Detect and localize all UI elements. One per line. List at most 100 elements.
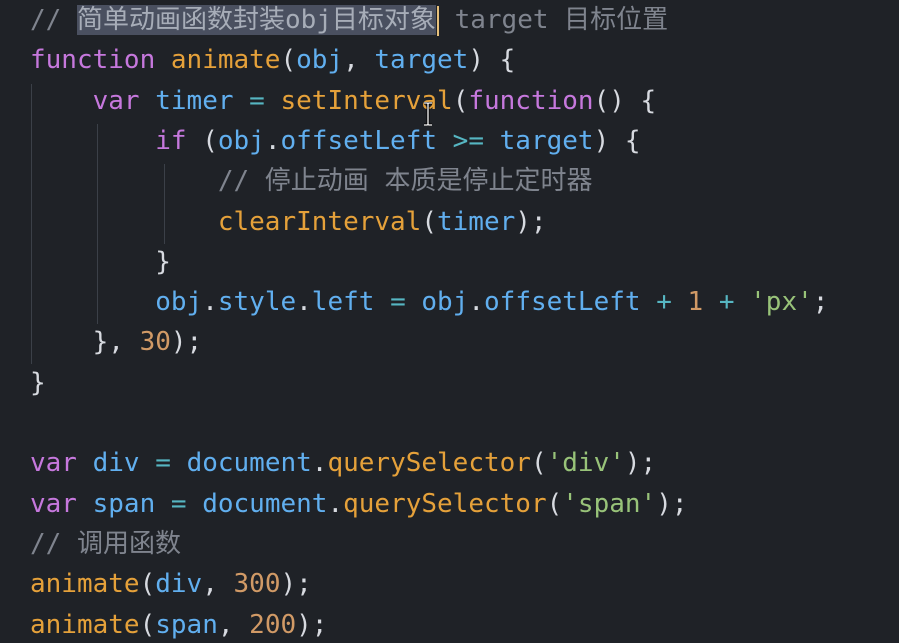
code-punctuation: ) { [593, 125, 641, 156]
code-punctuation: }, [92, 327, 140, 358]
code-punctuation: } [30, 367, 46, 398]
code-line-4[interactable]: if (obj.offsetLeft >= target) { [30, 121, 641, 161]
code-identifier: obj [421, 287, 469, 318]
code-comment: target 目标位置 [438, 5, 669, 35]
code-keyword: if [155, 125, 203, 156]
code-punctuation: } [155, 246, 171, 277]
code-line-5[interactable]: // 停止动画 本质是停止定时器 [30, 161, 593, 201]
code-punctuation [30, 287, 155, 317]
code-line-8[interactable]: obj.style.left = obj.offsetLeft + 1 + 'p… [30, 282, 828, 322]
code-identifier: timer [437, 206, 516, 237]
code-identifier: target [499, 125, 594, 156]
code-punctuation: ); [515, 206, 547, 237]
code-function-name: querySelector [343, 488, 547, 519]
code-punctuation: . [202, 287, 218, 318]
code-string: 'px' [750, 287, 813, 318]
code-number: 200 [249, 609, 297, 640]
code-punctuation: , [343, 45, 375, 76]
code-keyword: var [92, 85, 156, 116]
code-punctuation [30, 86, 93, 116]
code-line-13[interactable]: var span = document.querySelector('span'… [30, 484, 688, 524]
code-punctuation: ( [280, 45, 297, 76]
code-identifier: div [92, 448, 140, 479]
code-line-6[interactable]: clearInterval(timer); [30, 202, 547, 242]
code-punctuation: () { [593, 85, 657, 116]
code-string: 'div' [546, 448, 625, 479]
code-operator: = [155, 488, 203, 519]
code-punctuation: ) { [468, 45, 516, 76]
code-line-16[interactable]: animate(span, 200); [30, 605, 327, 643]
code-punctuation: ); [656, 488, 688, 519]
code-line-2[interactable]: function animate(obj, target) { [30, 40, 515, 80]
code-operator: + [640, 287, 688, 318]
code-property: offsetLeft [484, 287, 641, 318]
code-punctuation: ( [139, 569, 156, 600]
code-property: offsetLeft [280, 125, 438, 156]
code-punctuation: ; [812, 287, 829, 318]
code-punctuation: ( [530, 448, 547, 479]
code-punctuation: ( [546, 488, 563, 519]
code-number: 30 [139, 327, 171, 358]
code-identifier: obj [217, 125, 265, 156]
code-function-name: querySelector [327, 448, 531, 479]
code-identifier: document [186, 448, 312, 479]
code-keyword: var [30, 488, 93, 519]
code-property: left [311, 287, 375, 318]
code-number: 1 [687, 287, 704, 318]
code-punctuation: ); [296, 609, 328, 640]
code-punctuation [30, 327, 93, 357]
code-punctuation [30, 166, 218, 196]
code-identifier: obj [296, 45, 344, 76]
code-punctuation: ); [280, 569, 312, 600]
code-keyword: function [468, 85, 594, 116]
code-operator: = [233, 85, 281, 116]
code-line-12[interactable]: var div = document.querySelector('div'); [30, 443, 656, 483]
code-line-15[interactable]: animate(div, 300); [30, 564, 312, 604]
code-punctuation [30, 247, 155, 277]
code-punctuation: , [202, 569, 234, 600]
code-punctuation: ( [452, 85, 469, 116]
code-punctuation: . [311, 448, 328, 479]
code-property: style [217, 287, 297, 318]
code-punctuation: . [296, 287, 312, 318]
code-punctuation: . [468, 287, 485, 318]
code-punctuation: . [264, 125, 281, 156]
code-string: 'span' [562, 488, 657, 519]
code-operator: >= [437, 125, 500, 156]
code-line-14[interactable]: // 调用函数 [30, 524, 181, 564]
code-identifier: obj [155, 287, 203, 318]
code-identifier: div [155, 569, 203, 600]
code-keyword: function [30, 45, 171, 76]
code-punctuation: ); [624, 448, 657, 479]
code-line-10[interactable]: } [30, 363, 46, 403]
code-punctuation: ( [139, 609, 156, 640]
code-identifier: target [374, 45, 469, 76]
code-function-name: animate [170, 45, 281, 76]
code-function-name: clearInterval [217, 206, 422, 237]
code-punctuation: , [217, 609, 250, 640]
code-operator: = [374, 287, 422, 318]
code-number: 300 [233, 569, 281, 600]
code-identifier: document [202, 488, 328, 519]
code-comment: // [30, 5, 77, 35]
code-line-3[interactable]: var timer = setInterval(function() { [30, 81, 657, 121]
code-comment: // 调用函数 [30, 528, 181, 559]
code-identifier: span [92, 488, 156, 519]
code-punctuation: ( [421, 206, 437, 237]
code-identifier: timer [155, 85, 234, 116]
code-punctuation: ( [202, 125, 218, 156]
code-identifier: span [155, 609, 218, 640]
code-line-1[interactable]: // 简单动画函数封装obj目标对象 target 目标位置 [30, 0, 668, 40]
code-editor[interactable]: // 简单动画函数封装obj目标对象 target 目标位置 function a… [0, 0, 899, 643]
code-operator: + [703, 287, 751, 318]
code-punctuation: . [327, 488, 344, 519]
selected-text: 简单动画函数封装obj目标对象 [76, 5, 436, 35]
code-punctuation: ); [170, 327, 203, 358]
i-beam-cursor-icon [424, 102, 432, 126]
code-operator: = [139, 448, 187, 479]
code-comment: // 停止动画 本质是停止定时器 [217, 166, 593, 197]
code-line-7[interactable]: } [30, 242, 171, 282]
code-line-9[interactable]: }, 30); [30, 322, 203, 362]
code-function-name: animate [30, 609, 140, 640]
code-punctuation [30, 207, 218, 237]
